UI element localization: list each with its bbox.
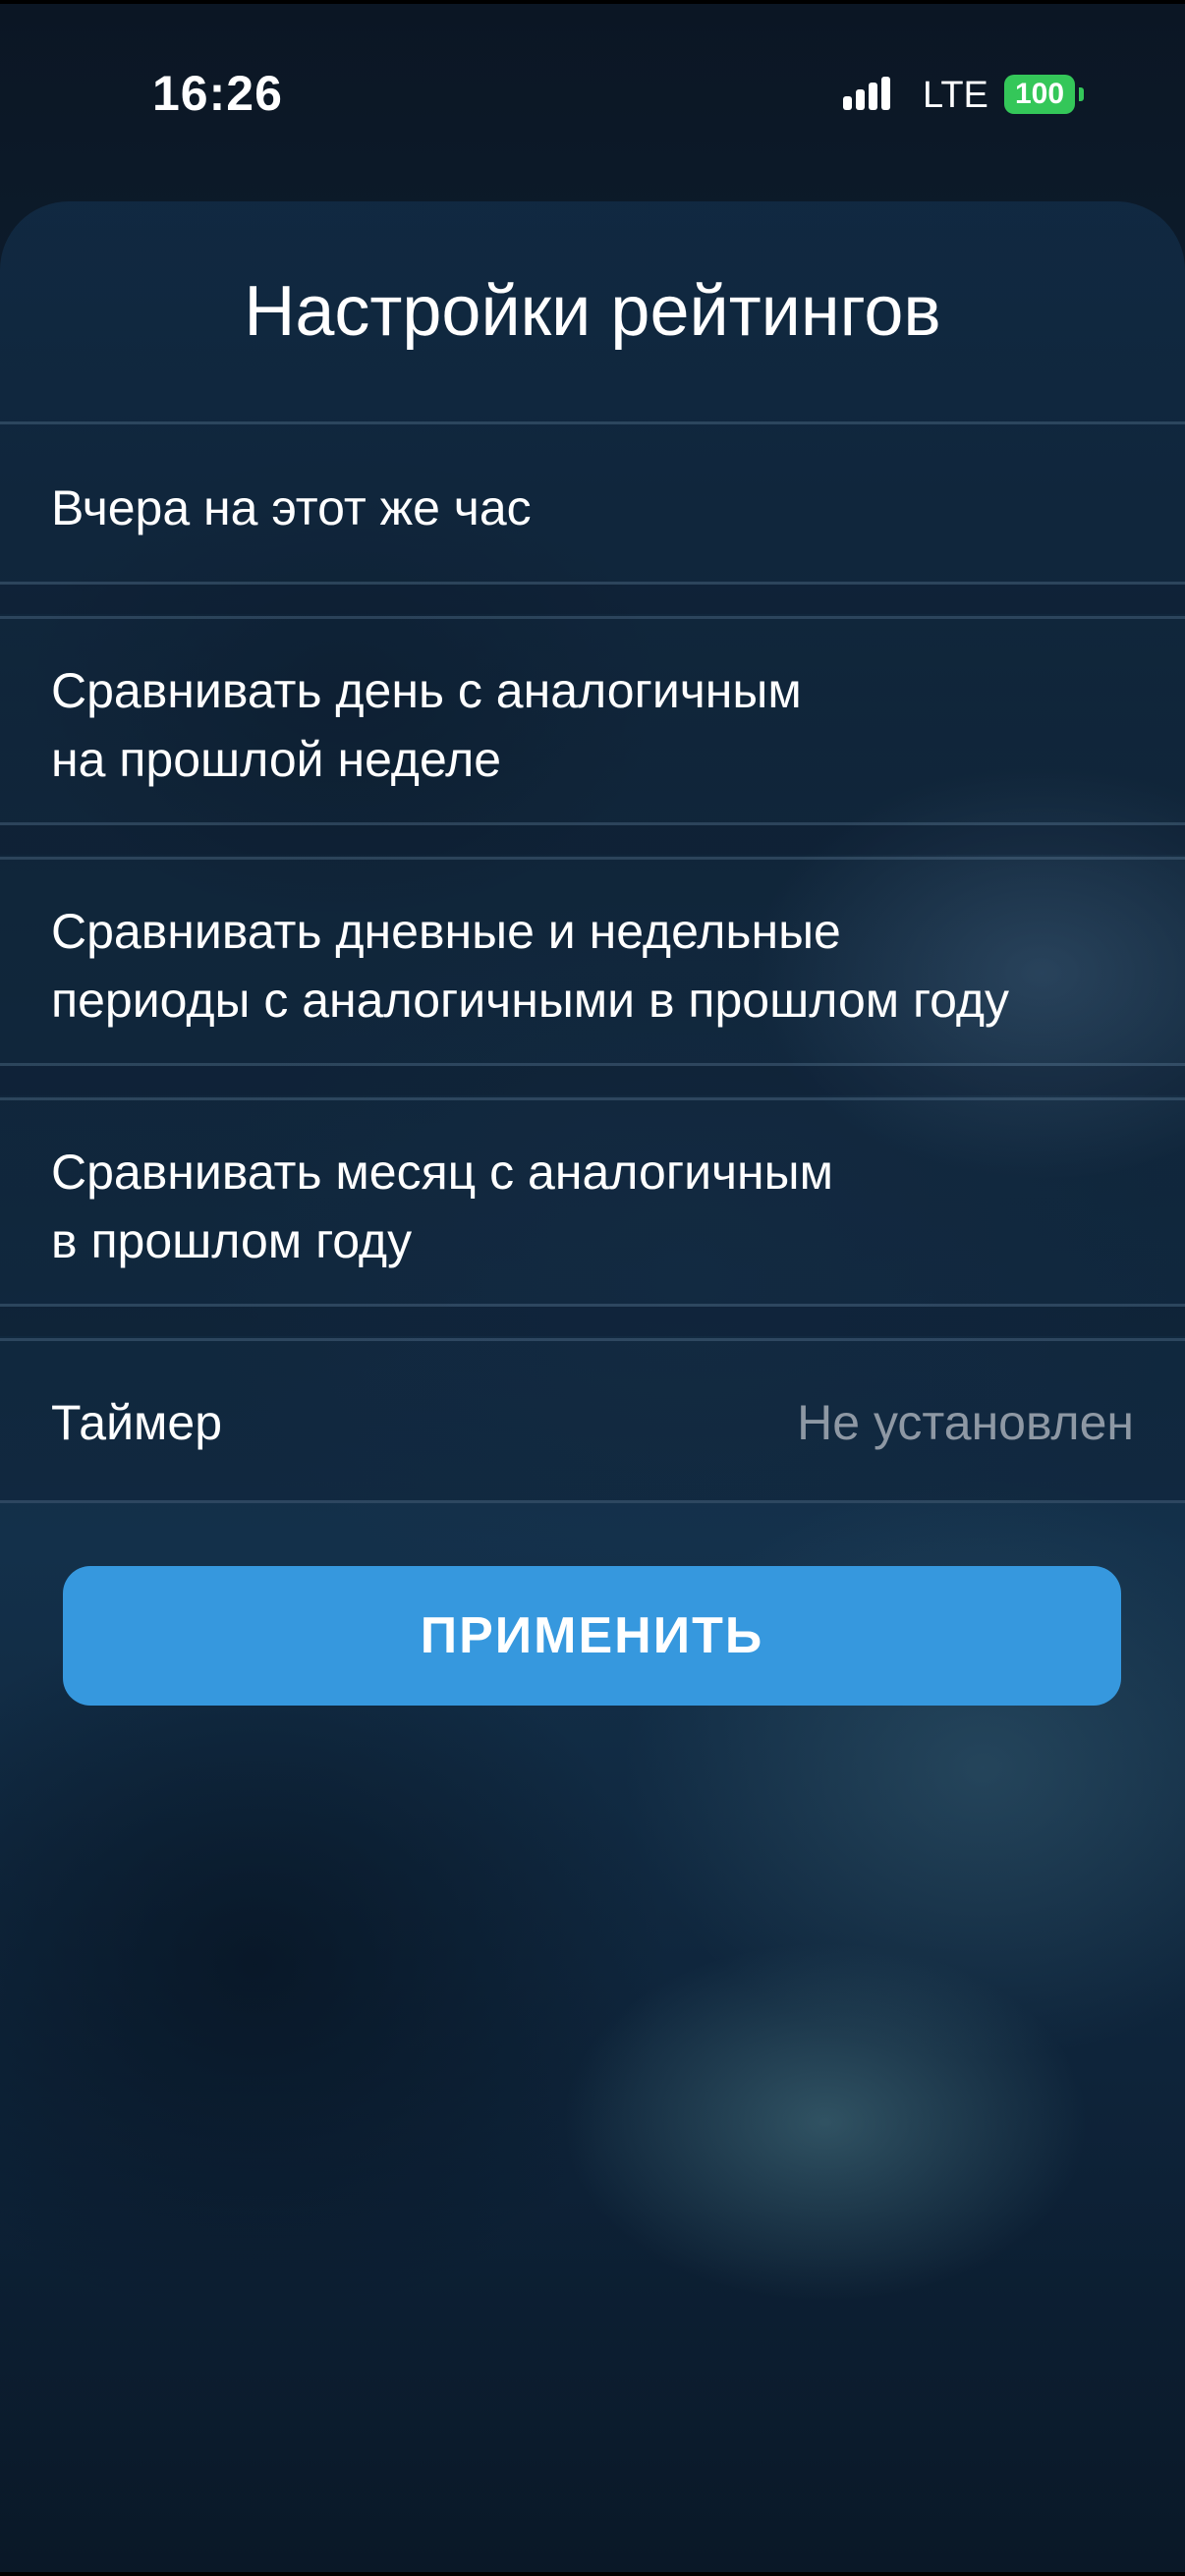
option-label: Сравнивать месяц с аналогичным в прошлом… bbox=[51, 1138, 1132, 1275]
screen-edge-bottom bbox=[0, 2572, 1185, 2576]
row-gap bbox=[0, 585, 1185, 614]
option-label: Сравнивать дневные и недельные периоды с… bbox=[51, 897, 1132, 1035]
option-compare-day-week-last-year[interactable]: Сравнивать дневные и недельные периоды с… bbox=[0, 860, 1185, 1063]
row-gap bbox=[0, 1307, 1185, 1336]
option-label-line: Сравнивать месяц с аналогичным bbox=[51, 1145, 833, 1200]
option-label-line: Вчера на этот же час bbox=[51, 480, 532, 535]
option-compare-day-last-week[interactable]: Сравнивать день с аналогичным на прошлой… bbox=[0, 619, 1185, 822]
option-label: Вчера на этот же час bbox=[51, 474, 1132, 542]
page-title: Настройки рейтингов bbox=[244, 272, 941, 351]
option-compare-month-last-year[interactable]: Сравнивать месяц с аналогичным в прошлом… bbox=[0, 1100, 1185, 1304]
option-label-line: периоды с аналогичными в прошлом году bbox=[51, 973, 1010, 1028]
option-label-line: на прошлой неделе bbox=[51, 732, 502, 787]
divider bbox=[0, 1500, 1185, 1503]
row-gap bbox=[0, 1066, 1185, 1095]
option-label-line: Сравнивать дневные и недельные bbox=[51, 904, 841, 959]
signal-bars-icon bbox=[843, 77, 902, 116]
battery-tip bbox=[1079, 87, 1084, 101]
option-label-line: Сравнивать день с аналогичным bbox=[51, 663, 802, 718]
option-yesterday-same-hour[interactable]: Вчера на этот же час bbox=[0, 424, 1185, 582]
battery-icon: 100 bbox=[1004, 75, 1075, 114]
network-type: LTE bbox=[923, 75, 988, 116]
option-label: Сравнивать день с аналогичным на прошлой… bbox=[51, 656, 1132, 794]
option-label-line: в прошлом году bbox=[51, 1213, 413, 1268]
timer-value: Не установлен bbox=[797, 1395, 1134, 1450]
apply-button[interactable]: ПРИМЕНИТЬ bbox=[63, 1566, 1121, 1706]
status-time: 16:26 bbox=[152, 66, 283, 121]
row-gap bbox=[0, 825, 1185, 855]
screen-edge-top bbox=[0, 0, 1185, 4]
